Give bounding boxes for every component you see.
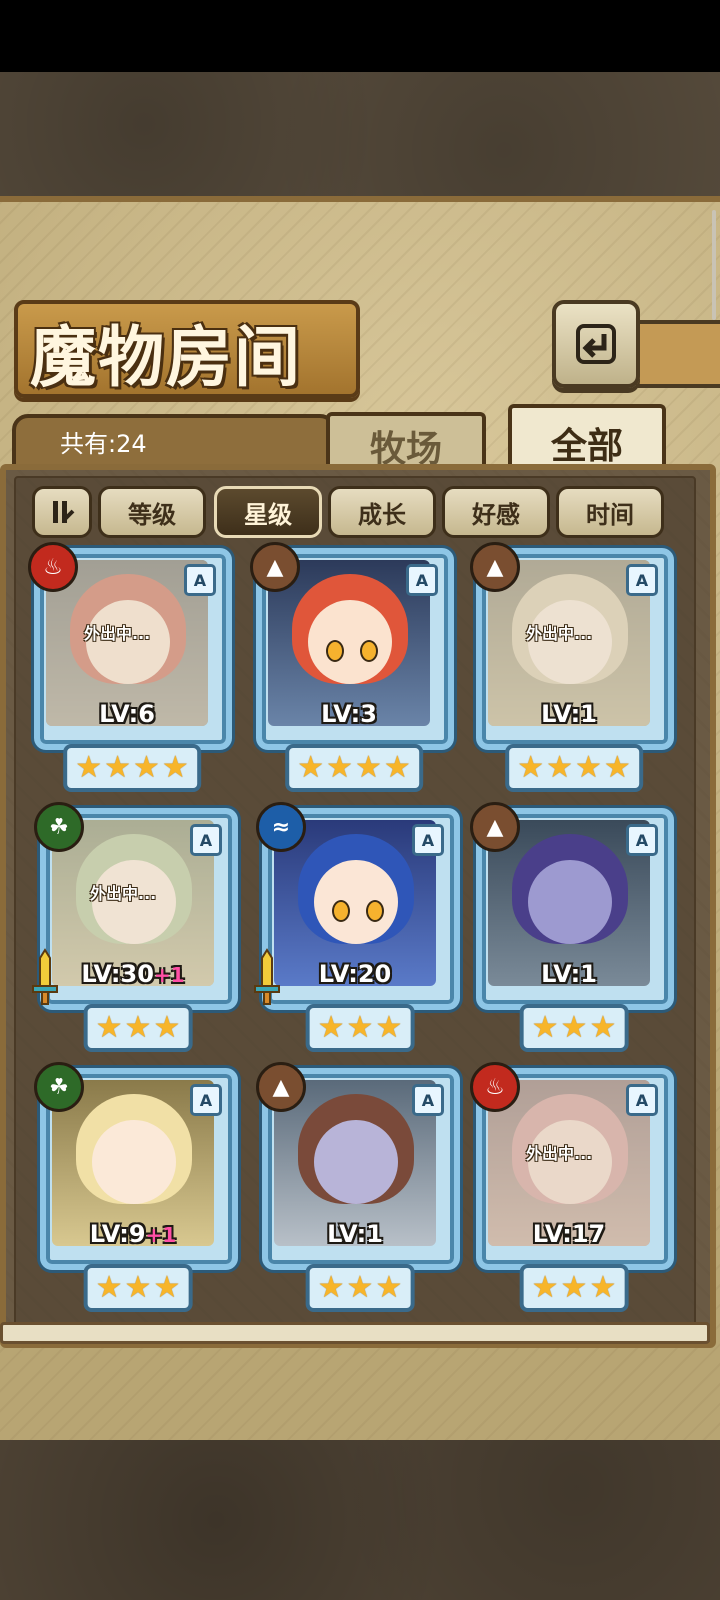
star-icon: ★: [75, 750, 103, 785]
monster-card[interactable]: ♨ A 外出中... LV:17 ★ ★ ★: [470, 1062, 674, 1312]
star-rating: ★ ★ ★: [519, 1004, 629, 1052]
level-text: LV:1: [327, 1220, 383, 1248]
water-element-icon: ≈: [256, 802, 306, 852]
star-icon: ★: [375, 1010, 403, 1045]
monster-card[interactable]: ▲ A LV:3 ★ ★ ★ ★: [250, 542, 454, 792]
status-away-text: 外出中...: [526, 624, 593, 643]
level-text: LV:3: [321, 700, 377, 728]
monster-count: 共有:24: [60, 430, 147, 458]
star-icon: ★: [161, 750, 189, 785]
rank-badge: A: [626, 564, 658, 596]
star-rating: ★ ★ ★: [83, 1264, 193, 1312]
page-title: 魔物房间: [30, 318, 302, 396]
monster-card[interactable]: ≈ A LV:20 ★ ★ ★: [254, 802, 460, 1052]
star-rating: ★ ★ ★: [305, 1004, 415, 1052]
star-icon: ★: [560, 1010, 588, 1045]
star-rating: ★ ★ ★: [519, 1264, 629, 1312]
star-icon: ★: [575, 750, 602, 785]
star-rating: ★ ★ ★ ★: [63, 744, 201, 792]
star-icon: ★: [124, 1270, 152, 1305]
back-button-rail: [636, 320, 720, 388]
monster-card[interactable]: ☘ A LV:9+1 ★ ★ ★: [34, 1062, 238, 1312]
filter-star-button[interactable]: 星级: [214, 486, 322, 538]
star-icon: ★: [326, 750, 353, 785]
rank-badge: A: [626, 1084, 658, 1116]
rank-badge: A: [406, 564, 438, 596]
star-rating: ★ ★ ★ ★: [285, 744, 423, 792]
monster-card[interactable]: ▲ A LV:1 ★ ★ ★: [470, 802, 674, 1052]
status-bar: [0, 0, 720, 72]
monster-card[interactable]: ▲ A 外出中... LV:1 ★ ★ ★ ★: [470, 542, 674, 792]
filter-time-button[interactable]: 时间: [556, 486, 664, 538]
wood-element-icon: ☘: [34, 802, 84, 852]
star-icon: ★: [589, 1270, 617, 1305]
panel-bottom-rail: [0, 1322, 710, 1344]
star-icon: ★: [104, 750, 131, 785]
earth-element-icon: ▲: [470, 802, 520, 852]
monster-card[interactable]: ☘ A 外出中... LV:30+1 ★ ★ ★: [32, 802, 238, 1052]
status-away-text: 外出中...: [526, 1144, 593, 1163]
star-icon: ★: [153, 1010, 181, 1045]
level-text: LV:6: [99, 700, 155, 728]
level-text: LV:30+1: [81, 960, 185, 988]
star-icon: ★: [355, 750, 382, 785]
wood-element-icon: ☘: [34, 1062, 84, 1112]
star-icon: ★: [603, 750, 631, 785]
star-icon: ★: [317, 1270, 345, 1305]
star-icon: ★: [346, 1270, 374, 1305]
earth-element-icon: ▲: [256, 1062, 306, 1112]
star-icon: ★: [546, 750, 573, 785]
level-text: LV:9+1: [89, 1220, 177, 1248]
filter-level-button[interactable]: 等级: [98, 486, 206, 538]
level-text: LV:1: [541, 700, 597, 728]
scrollbar[interactable]: [712, 210, 716, 320]
star-icon: ★: [517, 750, 545, 785]
star-icon: ★: [95, 1010, 123, 1045]
level-text: LV:20: [318, 960, 392, 988]
star-icon: ★: [531, 1010, 559, 1045]
level-bonus: +1: [153, 963, 185, 987]
star-icon: ★: [589, 1010, 617, 1045]
sort-toggle-icon: [53, 501, 75, 523]
rank-badge: A: [190, 824, 222, 856]
filter-affection-button[interactable]: 好感: [442, 486, 550, 538]
star-icon: ★: [383, 750, 411, 785]
map-background-bottom: [0, 1440, 720, 1600]
star-icon: ★: [153, 1270, 181, 1305]
star-rating: ★ ★ ★: [83, 1004, 193, 1052]
level-text: LV:17: [532, 1220, 606, 1248]
star-icon: ★: [560, 1270, 588, 1305]
rank-badge: A: [184, 564, 216, 596]
fire-element-icon: ♨: [470, 1062, 520, 1112]
star-icon: ★: [297, 750, 325, 785]
star-rating: ★ ★ ★: [305, 1264, 415, 1312]
back-arrow-icon: [576, 324, 616, 364]
status-away-text: 外出中...: [84, 624, 151, 643]
status-away-text: 外出中...: [90, 884, 157, 903]
rank-badge: A: [412, 1084, 444, 1116]
rank-badge: A: [412, 824, 444, 856]
star-icon: ★: [95, 1270, 123, 1305]
fire-element-icon: ♨: [28, 542, 78, 592]
filter-growth-button[interactable]: 成长: [328, 486, 436, 538]
rank-badge: A: [190, 1084, 222, 1116]
monster-card[interactable]: ▲ A LV:1 ★ ★ ★: [256, 1062, 460, 1312]
star-icon: ★: [346, 1010, 374, 1045]
star-icon: ★: [317, 1010, 345, 1045]
back-button[interactable]: [552, 300, 640, 388]
earth-element-icon: ▲: [470, 542, 520, 592]
sort-toggle-button[interactable]: [32, 486, 92, 538]
map-background-top: [0, 72, 720, 202]
rank-badge: A: [626, 824, 658, 856]
star-icon: ★: [124, 1010, 152, 1045]
star-icon: ★: [375, 1270, 403, 1305]
level-bonus: +1: [145, 1223, 177, 1247]
star-icon: ★: [531, 1270, 559, 1305]
level-text: LV:1: [541, 960, 597, 988]
earth-element-icon: ▲: [250, 542, 300, 592]
star-icon: ★: [133, 750, 160, 785]
monster-card[interactable]: ♨ A 外出中... LV:6 ★ ★ ★ ★: [28, 542, 232, 792]
star-rating: ★ ★ ★ ★: [505, 744, 643, 792]
